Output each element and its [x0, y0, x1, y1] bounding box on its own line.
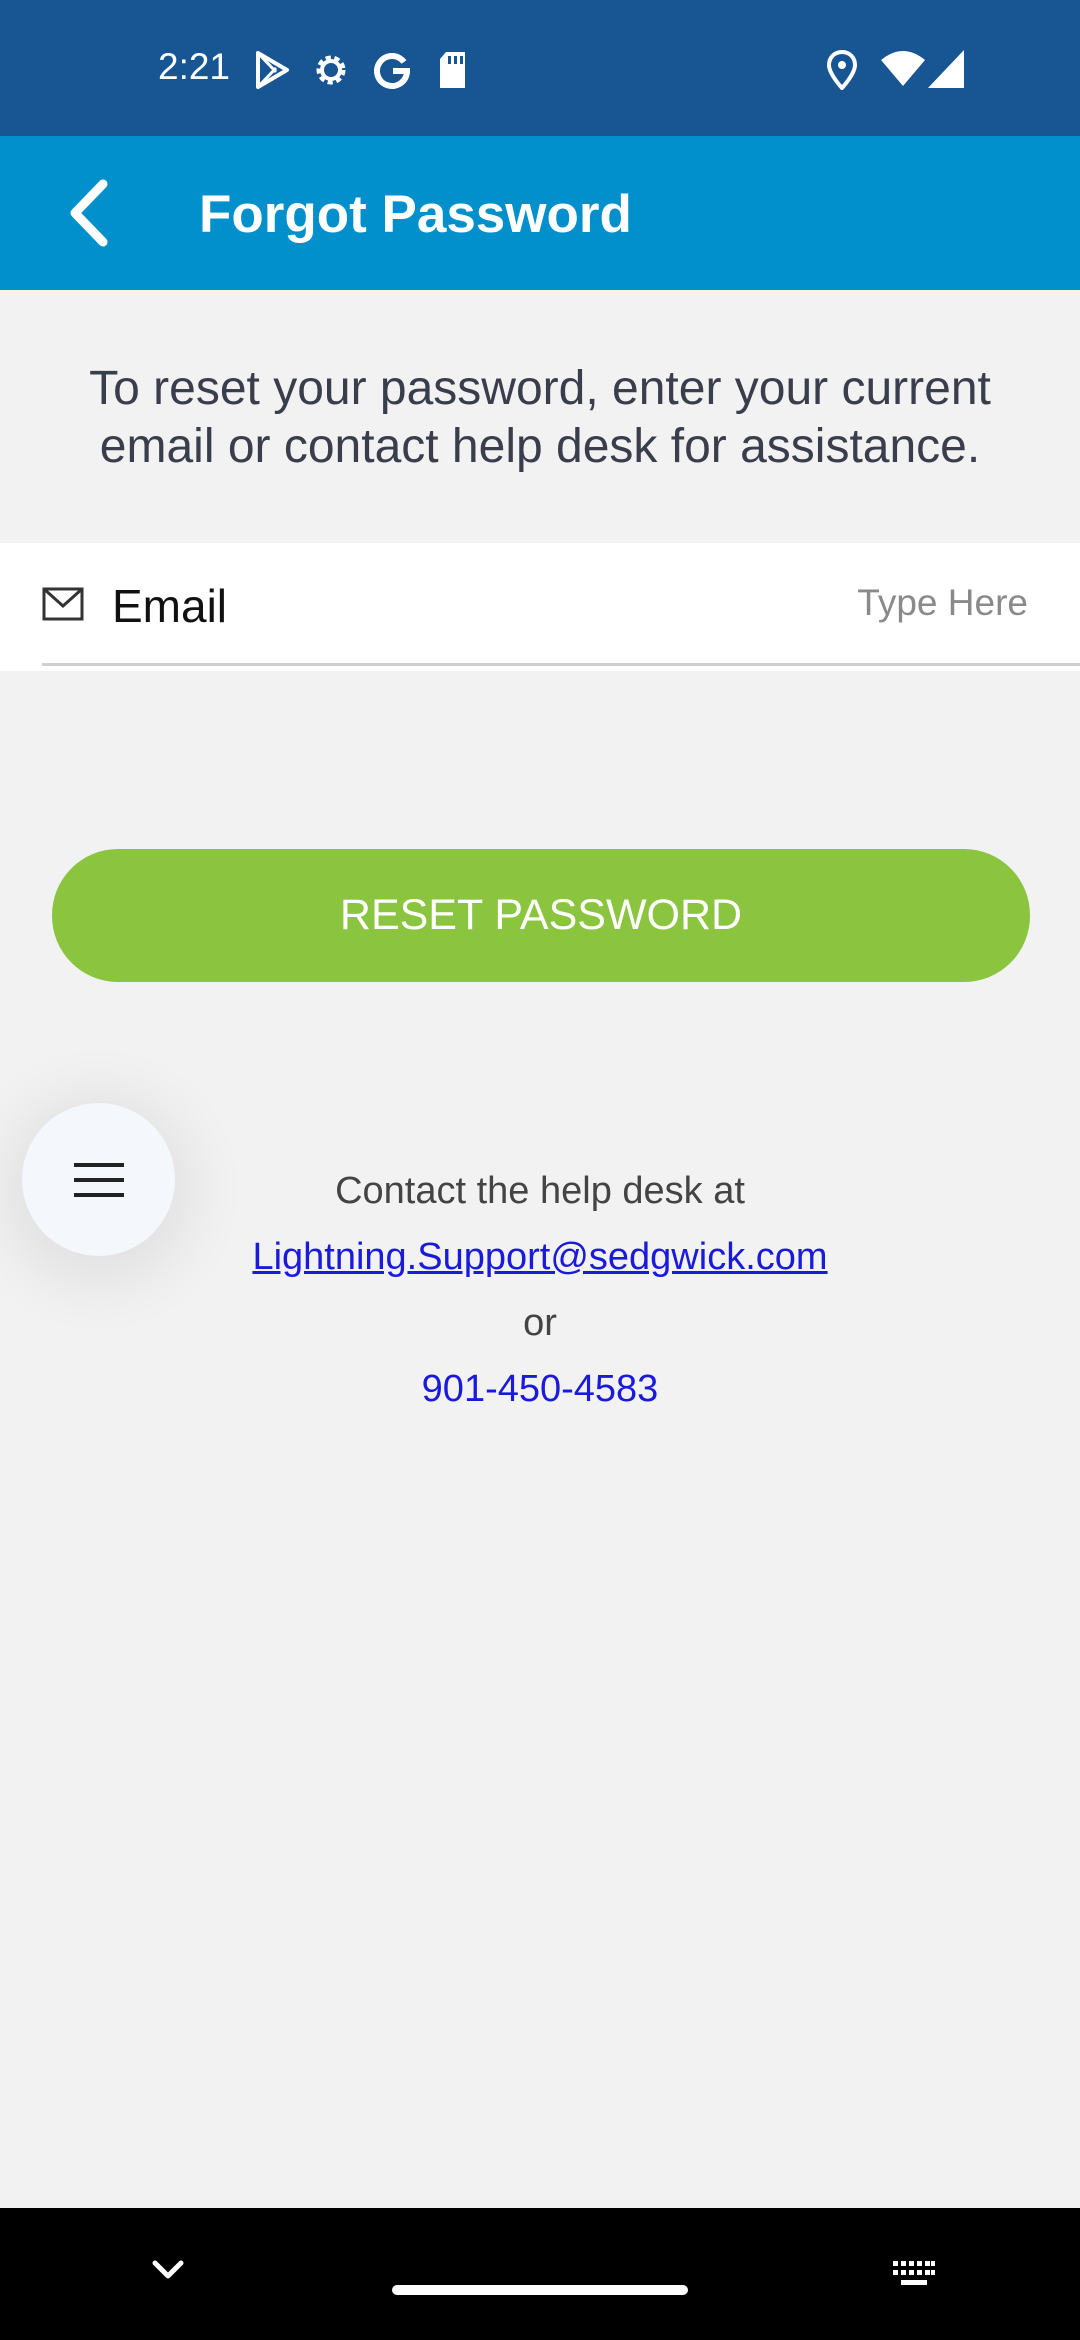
keyboard-icon[interactable]	[892, 2260, 936, 2288]
email-input[interactable]	[608, 571, 1028, 635]
google-icon	[374, 53, 411, 89]
system-nav-bar	[0, 2208, 1080, 2340]
sd-card-icon	[440, 52, 465, 88]
reset-password-button[interactable]: RESET PASSWORD	[52, 849, 1030, 982]
mail-icon	[42, 587, 84, 621]
location-icon	[826, 50, 858, 90]
back-button[interactable]	[44, 166, 134, 260]
menu-icon	[73, 1162, 124, 1197]
intro-text: To reset your password, enter your curre…	[89, 362, 991, 473]
status-bar: 2:21	[0, 0, 1080, 136]
email-label: Email	[112, 580, 228, 632]
wifi-icon	[881, 51, 925, 86]
floating-menu-button[interactable]	[22, 1103, 175, 1256]
help-desk-phone-link[interactable]: 901-450-4583	[422, 1368, 659, 1410]
page-title: Forgot Password	[199, 185, 632, 244]
status-time: 2:21	[158, 46, 231, 87]
cell-signal-icon	[928, 50, 964, 88]
chevron-left-icon	[70, 179, 108, 247]
email-field-row: Email	[0, 543, 1080, 671]
email-underline	[42, 663, 1080, 666]
home-handle[interactable]	[392, 2285, 688, 2295]
chevron-down-icon[interactable]	[150, 2258, 186, 2282]
help-or-text: or	[523, 1302, 557, 1344]
play-store-icon	[256, 51, 289, 89]
app-bar: Forgot Password	[0, 136, 1080, 290]
help-desk-email-link[interactable]: Lightning.Support@sedgwick.com	[252, 1236, 827, 1278]
settings-icon	[316, 55, 346, 85]
